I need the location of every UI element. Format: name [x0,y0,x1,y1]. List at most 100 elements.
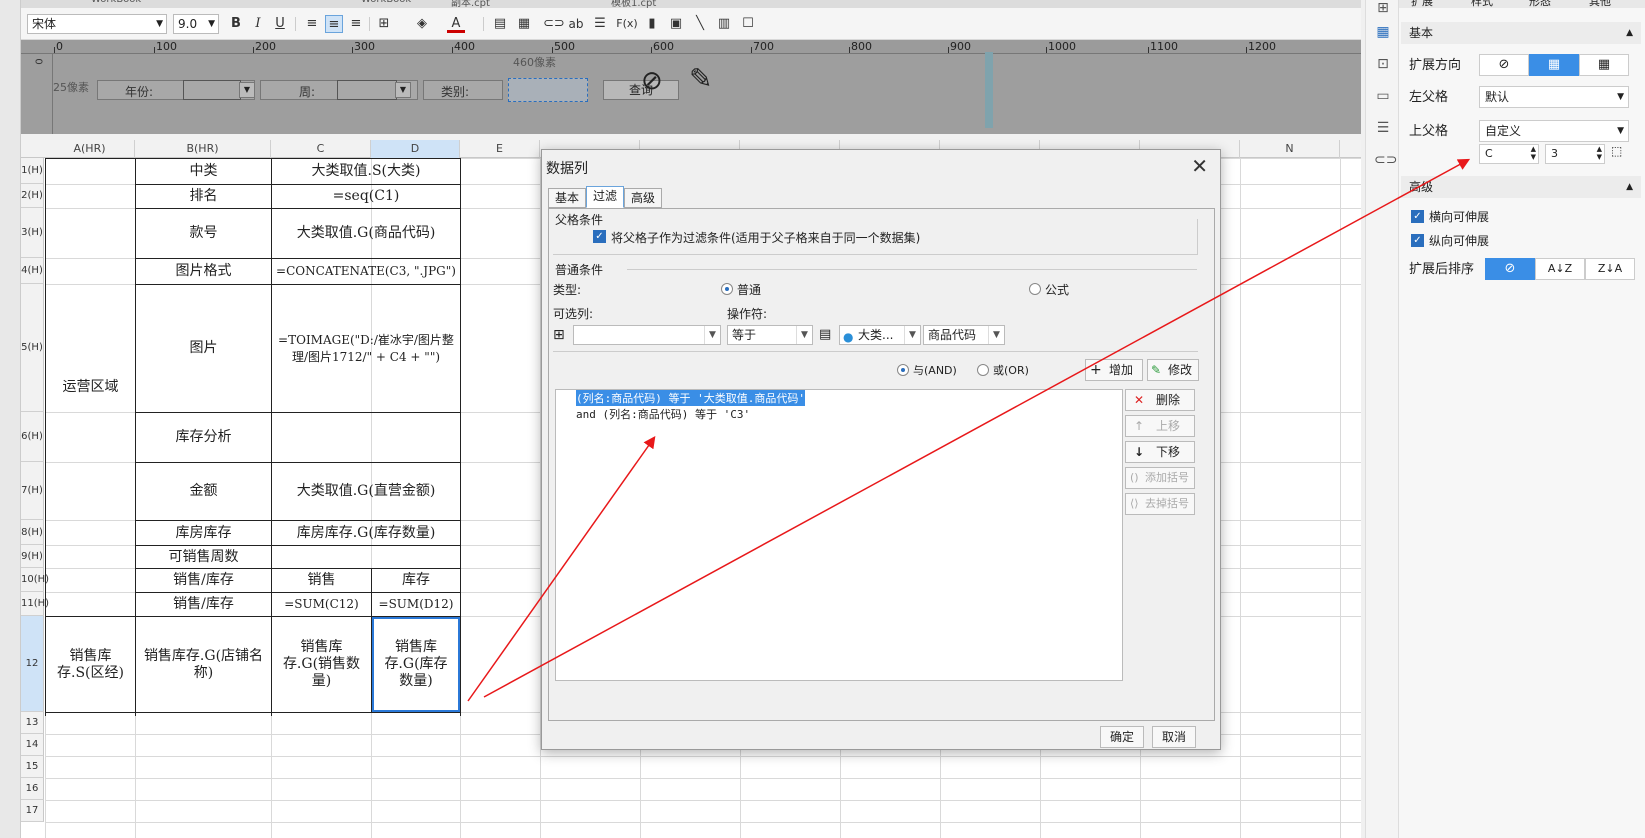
optional-column-combo[interactable]: ▼ [573,325,721,345]
left-parent-select[interactable]: 默认 ▼ [1479,86,1629,108]
row-header-cell[interactable]: 15 [21,756,44,778]
row-header-cell[interactable]: 1(H) [21,158,44,184]
column-header-cell[interactable]: D [371,140,460,158]
cell-c11[interactable]: =SUM(C12) [272,593,371,616]
font-size-select[interactable]: 9.0 ▼ [173,14,219,34]
formula-button[interactable]: F(x) [615,15,639,33]
cell-d11[interactable]: =SUM(D12) [372,593,460,616]
tab-shape[interactable]: 形态 [1529,0,1551,8]
v-expand-checkbox[interactable]: ✓ [1411,234,1424,247]
tab-style[interactable]: 样式 [1471,0,1493,8]
column-type-icon[interactable]: ⊞ [553,327,565,343]
cell-d10[interactable]: 库存 [372,569,460,592]
column-header-cell[interactable]: N [1240,140,1340,158]
cell-b11[interactable]: 销售/库存 [136,593,271,616]
font-name-select[interactable]: 宋体 ▼ [27,14,167,34]
row-header-cell[interactable]: 7(H) [21,462,44,520]
row-header-cell[interactable]: 8(H) [21,520,44,545]
field-combo[interactable]: 商品代码 ▼ [923,325,1005,345]
modify-button[interactable]: ✎ 修改 [1147,359,1199,381]
or-radio[interactable] [977,364,989,376]
chevron-down-icon[interactable]: ▼ [395,82,411,98]
cell-b4[interactable]: 图片格式 [136,259,271,284]
eye-hidden-icon[interactable]: ⊘ [641,66,663,96]
subreport-icon[interactable]: ▥ [715,15,733,33]
tab-filter[interactable]: 过滤 [586,186,624,208]
basic-section[interactable]: 基本 ▲ [1401,22,1641,44]
doc-tab[interactable]: WorkBook [91,0,141,8]
row-header-cell[interactable]: 16 [21,778,44,800]
cell-c7[interactable]: 大类取值.G(直营金额) [272,463,460,520]
type-formula-radio[interactable] [1029,283,1041,295]
italic-button[interactable]: I [249,15,267,33]
column-header-cell[interactable]: E [460,140,540,158]
year-combo[interactable] [183,80,241,100]
tab-basic[interactable]: 基本 [548,188,586,208]
hyperlink-icon[interactable]: ⊂⊃ [1374,152,1397,170]
move-up-button[interactable]: ↑ 上移 [1125,415,1195,437]
split-cells-icon[interactable]: ▦ [515,15,533,33]
row-header-cell[interactable]: 11(H) [21,592,49,616]
column-header-cell[interactable]: C [271,140,371,158]
row-header-cell[interactable]: 2(H) [21,184,44,208]
condition-item[interactable]: (列名:商品代码) 等于 '大类取值.商品代码' [576,390,805,406]
expand-horizontal-button[interactable]: ▦ [1579,54,1629,76]
condition-attribute-icon[interactable]: ☰ [1374,120,1392,138]
tab-other[interactable]: 其他 [1589,0,1611,8]
category-combo-selected[interactable] [508,78,588,102]
cell-element-icon[interactable]: ⊞ [1374,0,1392,18]
align-right-icon[interactable]: ≡ [347,15,365,33]
condition-item[interactable]: and (列名:商品代码) 等于 'C3' [576,406,750,422]
text-field-button[interactable]: ab [567,15,585,33]
delete-button[interactable]: ✕ 删除 [1125,389,1195,411]
cell-b9[interactable]: 可销售周数 [136,546,271,568]
align-center-icon[interactable]: ≡ [325,15,343,33]
cell-c12[interactable]: 销售库存.G(销售数量) [272,617,371,712]
parent-filter-checkbox[interactable]: ✓ [593,230,606,243]
table-icon[interactable]: ▤ [819,327,831,342]
cell-a12[interactable]: 销售库存.S(区经) [46,617,135,712]
week-combo[interactable] [337,80,397,100]
expand-vertical-button[interactable]: ▦ [1529,54,1579,76]
sort-asc-button[interactable]: A↓Z [1535,258,1585,280]
cell-c5[interactable]: =TOIMAGE("D:/崔冰宇/图片整理/图片1712/" + C4 + ""… [272,285,460,412]
cell-b10[interactable]: 销售/库存 [136,569,271,592]
condition-list[interactable]: (列名:商品代码) 等于 '大类取值.商品代码' and (列名:商品代码) 等… [555,389,1123,681]
float-element-icon[interactable]: ⊡ [1374,56,1392,74]
h-expand-checkbox[interactable]: ✓ [1411,210,1424,223]
cell-b2[interactable]: 排名 [136,185,271,208]
doc-tab[interactable]: 副本.cpt [451,0,490,8]
row-header-cell[interactable]: 17 [21,800,44,822]
add-bracket-button[interactable]: () 添加括号 [1125,467,1195,489]
row-header-cell[interactable]: 3(H) [21,208,44,258]
dataset-combo[interactable]: ● 大类... ▼ [839,325,921,345]
close-icon[interactable]: ✕ [1191,154,1208,178]
up-parent-row-spinner[interactable]: 3 ▲ ▼ [1545,144,1605,164]
advanced-section[interactable]: 高级 ▲ [1401,176,1641,198]
cell-a-merged[interactable]: 运营区域 [46,159,135,615]
remove-bracket-button[interactable]: ⟨⟩ 去掉括号 [1125,493,1195,515]
tab-expand[interactable]: 扩展 [1411,0,1433,8]
cancel-button[interactable]: 取消 [1152,726,1196,748]
up-parent-col-spinner[interactable]: C ▲ ▼ [1479,144,1539,164]
column-header-cell[interactable]: B(HR) [135,140,271,158]
cell-c3[interactable]: 大类取值.G(商品代码) [272,209,460,258]
sort-none-button[interactable]: ⊘ [1485,258,1535,280]
cell-c1[interactable]: 大类取值.S(大类) [272,159,460,184]
cell-c6[interactable] [272,413,460,462]
merge-cells-icon[interactable]: ▤ [491,15,509,33]
and-radio[interactable] [897,364,909,376]
row-header-cell[interactable]: 5(H) [21,284,44,412]
expand-none-button[interactable]: ⊘ [1479,54,1529,76]
cell-b8[interactable]: 库房库存 [136,521,271,545]
cell-b7[interactable]: 金额 [136,463,271,520]
cell-b6[interactable]: 库存分析 [136,413,271,462]
tab-advanced[interactable]: 高级 [624,188,662,208]
chevron-down-icon[interactable]: ▼ [239,82,255,98]
operator-combo[interactable]: 等于 ▼ [727,325,813,345]
align-left-icon[interactable]: ≡ [303,15,321,33]
border-icon[interactable]: ⊞ [375,15,393,33]
move-down-button[interactable]: ↓ 下移 [1125,441,1195,463]
chart-icon[interactable]: ▮ [643,15,661,33]
cell-c4[interactable]: =CONCATENATE(C3, ".JPG") [272,259,460,284]
